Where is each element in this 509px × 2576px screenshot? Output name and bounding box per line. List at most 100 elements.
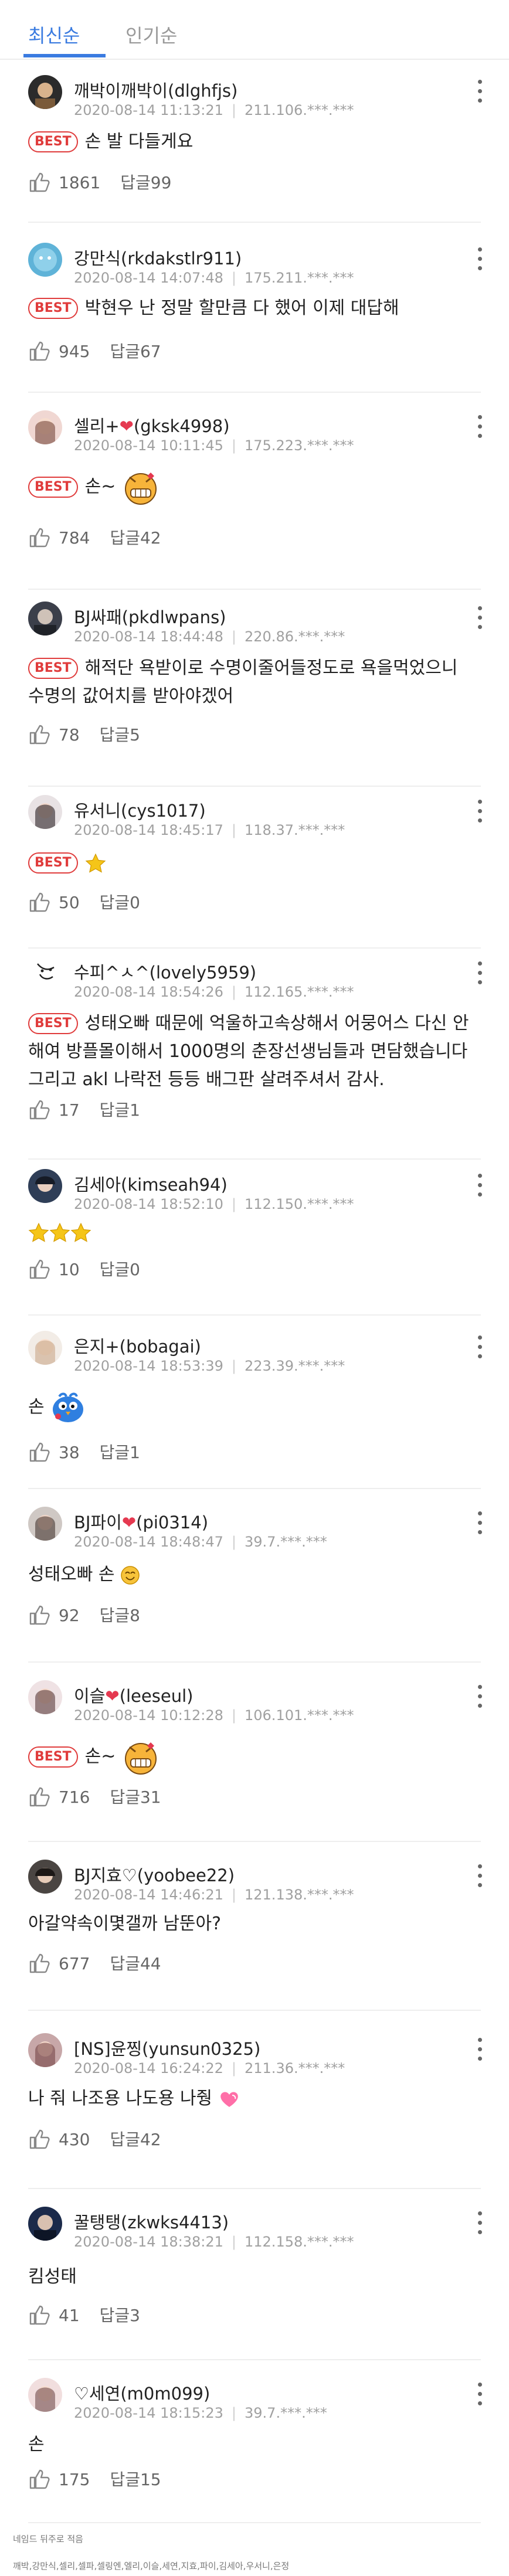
comment-item: 김세아(kimseah94) 2020-08-14 18:52:10 | 112.1… xyxy=(0,1169,509,1316)
commenter-name[interactable]: ♡세연(m0m099) xyxy=(74,2380,210,2405)
avatar[interactable] xyxy=(28,1169,62,1203)
thumbs-up-icon[interactable] xyxy=(28,722,52,746)
commenter-name[interactable]: BJ지효♡(yoobee22) xyxy=(74,1862,235,1887)
avatar[interactable] xyxy=(28,2378,62,2412)
commenter-name[interactable]: 깨박이깨박이(dlghfjs) xyxy=(74,77,237,102)
more-options-icon[interactable] xyxy=(473,2033,487,2066)
avatar[interactable] xyxy=(28,2207,62,2241)
more-options-icon[interactable] xyxy=(473,1169,487,1202)
reply-link[interactable]: 답글8 xyxy=(100,1606,140,1625)
tab-popular[interactable]: 인기순 xyxy=(125,21,177,48)
comment-meta: 2020-08-14 11:13:21 | 211.106.***.*** xyxy=(74,102,354,118)
reply-link[interactable]: 답글0 xyxy=(100,893,140,912)
avatar[interactable] xyxy=(28,75,62,109)
thumbs-up-icon[interactable] xyxy=(28,2467,52,2490)
tab-latest[interactable]: 최신순 xyxy=(28,21,80,48)
avatar[interactable] xyxy=(28,957,62,991)
more-options-icon[interactable] xyxy=(473,601,487,634)
like-count: 17 xyxy=(59,1100,80,1120)
reply-link[interactable]: 답글1 xyxy=(100,1443,140,1462)
commenter-name[interactable]: 김세아(kimseah94) xyxy=(74,1171,228,1196)
divider xyxy=(28,589,481,590)
thumbs-up-icon[interactable] xyxy=(28,525,52,549)
commenter-name[interactable]: 이슬❤(leeseul) xyxy=(74,1683,193,1707)
thumbs-up-icon[interactable] xyxy=(28,1951,52,1975)
thumbs-up-icon[interactable] xyxy=(28,890,52,913)
footer-names: 깨박,강만식,셀리,셀파,셀링엔,엘리,이슬,세연,지효,파이,김세아,우서니,… xyxy=(13,2561,290,2571)
avatar-image xyxy=(28,2207,62,2241)
comment-meta: 2020-08-14 18:38:21 | 112.158.***.*** xyxy=(74,2234,354,2250)
avatar[interactable] xyxy=(28,243,62,277)
thumbs-up-icon[interactable] xyxy=(28,1257,52,1280)
more-options-icon[interactable] xyxy=(473,243,487,276)
more-options-icon[interactable] xyxy=(473,410,487,443)
comment-date: 2020-08-14 18:45:17 xyxy=(74,822,223,838)
reply-link[interactable]: 답글0 xyxy=(100,1260,140,1279)
comment-item: BJ싸패(pkdlwpans) 2020-08-14 18:44:48 | 220.… xyxy=(0,601,509,787)
reply-link[interactable]: 답글42 xyxy=(110,2130,161,2149)
thumbs-up-icon[interactable] xyxy=(28,1097,52,1121)
comment-body: BEST 성태오빠 때문에 억울하고속상해서 어뭉어스 다신 안해여 방플몰이해서… xyxy=(28,1010,474,1094)
commenter-name[interactable]: BJ싸패(pkdlwpans) xyxy=(74,604,226,628)
thumbs-up-icon[interactable] xyxy=(28,2303,52,2326)
comment-actions: 38 답글1 xyxy=(28,1440,140,1463)
comment-item: 수피^ㅅ^(lovely5959) 2020-08-14 18:54:26 | 11… xyxy=(0,957,509,1160)
star-icon xyxy=(85,853,106,873)
reply-link[interactable]: 답글1 xyxy=(100,1100,140,1120)
reply-link[interactable]: 답글99 xyxy=(120,173,171,192)
commenter-name[interactable]: [NS]윤찡(yunsun0325) xyxy=(74,2035,260,2060)
comment-body: BEST 박현우 난 정말 할만큼 다 했어 이제 대답해 xyxy=(28,294,474,322)
reply-link[interactable]: 답글3 xyxy=(100,2306,140,2325)
more-options-icon[interactable] xyxy=(473,2378,487,2411)
avatar[interactable] xyxy=(28,795,62,829)
commenter-name[interactable]: 꿀탱탱(zkwks4413) xyxy=(74,2209,229,2234)
avatar[interactable] xyxy=(28,1507,62,1541)
reply-link[interactable]: 답글5 xyxy=(100,725,140,745)
commenter-name[interactable]: BJ파이❤(pi0314) xyxy=(74,1509,208,1534)
avatar[interactable] xyxy=(28,2033,62,2067)
more-options-icon[interactable] xyxy=(473,795,487,828)
more-options-icon[interactable] xyxy=(473,1507,487,1540)
more-options-icon[interactable] xyxy=(473,2207,487,2239)
thumbs-up-icon[interactable] xyxy=(28,170,52,193)
divider xyxy=(28,1661,481,1663)
thumbs-up-icon[interactable] xyxy=(28,1603,52,1626)
thumbs-up-icon[interactable] xyxy=(28,1785,52,1808)
more-options-icon[interactable] xyxy=(473,1331,487,1364)
comment-date: 2020-08-14 18:48:47 xyxy=(74,1534,223,1550)
avatar[interactable] xyxy=(28,1860,62,1894)
commenter-name[interactable]: 셀리+❤(gksk4998) xyxy=(74,413,230,437)
more-options-icon[interactable] xyxy=(473,1860,487,1892)
commenter-name[interactable]: 수피^ㅅ^(lovely5959) xyxy=(74,959,256,984)
comment-date: 2020-08-14 18:53:39 xyxy=(74,1358,223,1374)
thumbs-up-icon[interactable] xyxy=(28,339,52,362)
comment-ip: 223.39.***.*** xyxy=(245,1358,345,1374)
reply-link[interactable]: 답글31 xyxy=(110,1787,161,1807)
commenter-name[interactable]: 강만식(rkdakstlr911) xyxy=(74,245,242,270)
thumbs-up-icon[interactable] xyxy=(28,1440,52,1463)
comment-meta: 2020-08-14 16:24:22 | 211.36.***.*** xyxy=(74,2060,345,2077)
best-badge: BEST xyxy=(28,298,78,319)
avatar[interactable] xyxy=(28,410,62,444)
like-count: 945 xyxy=(59,342,90,361)
reply-link[interactable]: 답글44 xyxy=(110,1954,161,1973)
comment-item: 깨박이깨박이(dlghfjs) 2020-08-14 11:13:21 | 211.… xyxy=(0,75,509,223)
avatar[interactable] xyxy=(28,601,62,635)
comment-body: BEST 손 발 다들게요 xyxy=(28,128,474,156)
avatar[interactable] xyxy=(28,1680,62,1714)
divider xyxy=(28,1841,481,1842)
comment-body: BEST xyxy=(28,849,474,877)
reply-link[interactable]: 답글42 xyxy=(110,528,161,548)
avatar-image xyxy=(28,795,62,829)
commenter-name[interactable]: 은지+(bobagai) xyxy=(74,1333,201,1358)
reply-link[interactable]: 답글67 xyxy=(110,342,161,361)
reply-link[interactable]: 답글15 xyxy=(110,2470,161,2489)
more-options-icon[interactable] xyxy=(473,957,487,990)
more-options-icon[interactable] xyxy=(473,1680,487,1713)
comment-actions: 1861 답글99 xyxy=(28,170,171,193)
commenter-name[interactable]: 유서니(cys1017) xyxy=(74,797,206,822)
thumbs-up-icon[interactable] xyxy=(28,2127,52,2150)
avatar[interactable] xyxy=(28,1331,62,1365)
more-options-icon[interactable] xyxy=(473,75,487,108)
best-badge: BEST xyxy=(28,1013,78,1034)
